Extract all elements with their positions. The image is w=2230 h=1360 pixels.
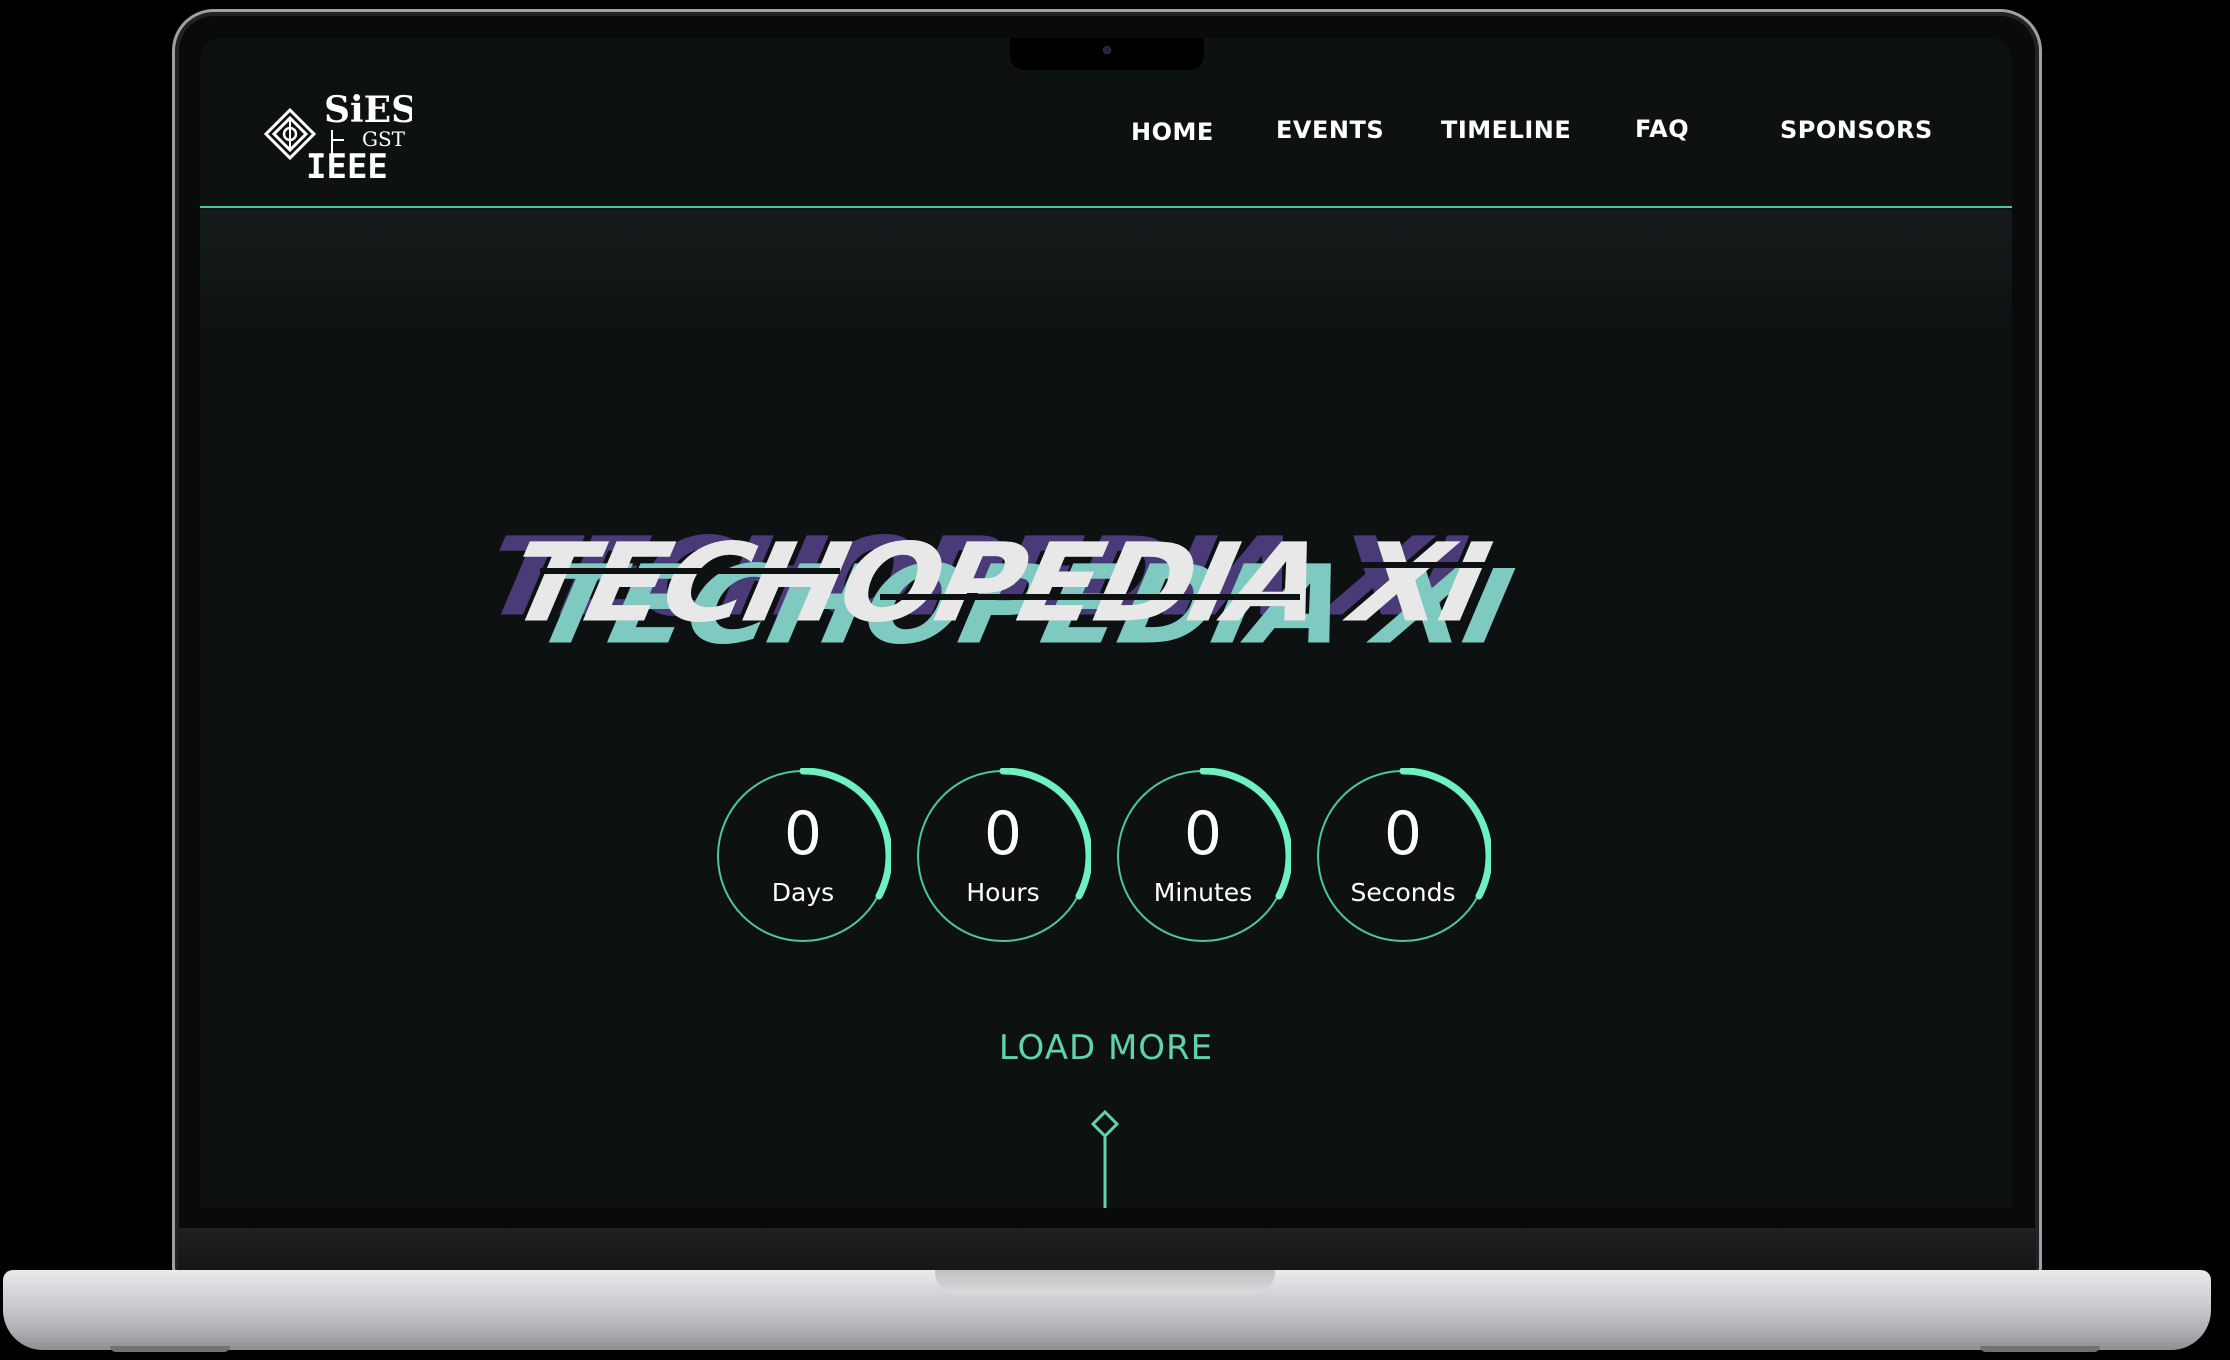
countdown-hours-label: Hours	[966, 878, 1040, 907]
laptop-foot	[1980, 1346, 2100, 1352]
nav-events[interactable]: EVENTS	[1276, 116, 1384, 144]
nav-faq[interactable]: FAQ	[1635, 115, 1689, 143]
laptop-base-notch	[935, 1270, 1275, 1294]
hero-glow	[200, 210, 2012, 330]
countdown-days-label: Days	[771, 878, 835, 907]
nav-sponsors[interactable]: SPONSORS	[1780, 116, 1933, 144]
diamond-scroll-indicator-icon[interactable]	[1087, 1108, 1123, 1208]
countdown-seconds: 0 Seconds	[1315, 768, 1491, 944]
countdown-seconds-label: Seconds	[1350, 878, 1456, 907]
nav-timeline[interactable]: TIMELINE	[1441, 116, 1571, 144]
main-nav: HOME EVENTS TIMELINE FAQ SPONSORS	[200, 115, 2012, 156]
site-header: SiES GST IEEE HOME EVENTS TIMELINE FAQ S…	[200, 38, 2012, 208]
countdown-minutes: 0 Minutes	[1115, 768, 1291, 944]
countdown: 0 Days 0 Hours 0 Minutes 0 Seconds	[715, 768, 1515, 948]
laptop-bezel-bottom	[178, 1228, 2036, 1276]
countdown-hours-value: 0	[983, 799, 1023, 869]
nav-home[interactable]: HOME	[1131, 118, 1214, 146]
countdown-seconds-value: 0	[1383, 799, 1423, 869]
glitch-line	[540, 568, 840, 574]
hero-title: TECHOPEDIA XI TECHOPEDIA XI TECHOPEDIA X…	[475, 508, 1750, 668]
countdown-hours: 0 Hours	[915, 768, 1091, 944]
hero-title-main: TECHOPEDIA XI	[498, 519, 1497, 647]
countdown-days: 0 Days	[715, 768, 891, 944]
load-more-button[interactable]: LOAD MORE	[200, 1028, 2012, 1068]
laptop-screen: SiES GST IEEE HOME EVENTS TIMELINE FAQ S…	[200, 38, 2012, 1208]
glitch-line	[880, 594, 1300, 600]
glitch-line	[1360, 562, 1660, 568]
countdown-minutes-label: Minutes	[1153, 878, 1253, 907]
countdown-minutes-value: 0	[1183, 799, 1223, 869]
laptop-foot	[110, 1346, 230, 1352]
countdown-days-value: 0	[783, 799, 823, 869]
